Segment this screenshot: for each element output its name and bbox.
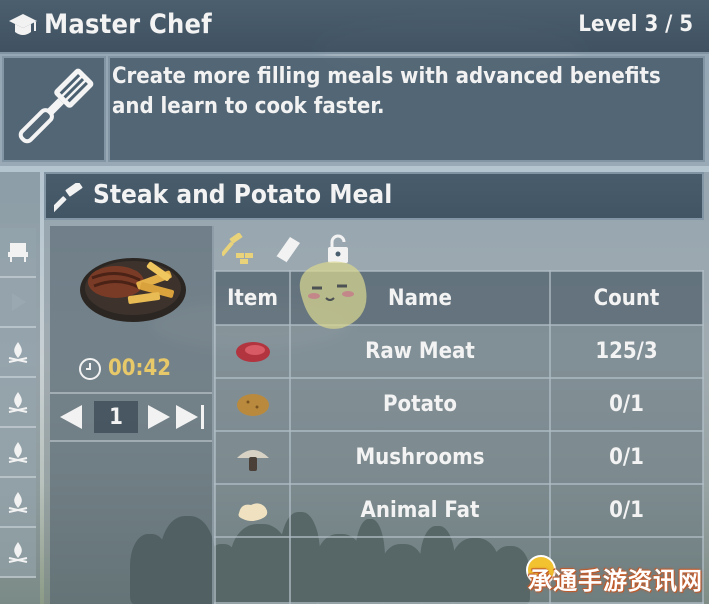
max-quantity-button[interactable] — [174, 401, 208, 433]
ingredient-name: Potato — [289, 377, 551, 432]
quantity-selector: 1 — [50, 392, 212, 442]
skill-header: Master Chef Level 3 / 5 — [0, 0, 709, 54]
recipe-header: Steak and Potato Meal — [44, 172, 704, 220]
spatula-icon-box — [2, 56, 106, 162]
tab-crafting[interactable] — [222, 233, 254, 265]
sidebar-item-campfire-3[interactable] — [0, 428, 36, 478]
skill-level: Level 3 / 5 — [578, 12, 693, 37]
campfire-icon — [8, 542, 28, 563]
skill-title: Master Chef — [44, 9, 212, 40]
ingredient-count: 0/1 — [549, 430, 704, 485]
recipe-preview: 00:42 1 — [50, 226, 214, 604]
raw-meat-icon — [235, 341, 270, 362]
row-icon-cell — [214, 377, 291, 432]
steak-potato-meal-image — [80, 258, 186, 322]
sidebar-item-campfire-1[interactable] — [0, 328, 36, 378]
ingredient-count: 0/1 — [549, 483, 704, 538]
watermark-text: 承通手游资讯网 — [528, 567, 703, 595]
category-sidebar — [0, 172, 40, 604]
row-icon-cell — [214, 324, 291, 379]
quantity-value[interactable]: 1 — [94, 401, 138, 433]
cook-time-value: 00:42 — [108, 356, 172, 381]
sidebar-item-furniture[interactable] — [0, 228, 36, 278]
ingredient-name: Mushrooms — [289, 430, 551, 485]
play-arrow-icon — [12, 293, 26, 311]
sidebar-item-campfire-4[interactable] — [0, 478, 36, 528]
graduation-cap-icon — [9, 14, 37, 35]
hammer-bricks-icon — [222, 233, 253, 264]
row-icon-cell — [214, 483, 291, 538]
cook-timer: 00:42 — [78, 356, 171, 381]
column-header-count: Count — [549, 270, 704, 326]
campfire-icon — [8, 342, 28, 363]
skill-description: Create more filling meals with advanced … — [108, 56, 705, 162]
table-row: Animal Fat 0/1 — [214, 483, 704, 538]
campfire-icon — [8, 392, 28, 413]
decrease-quantity-button[interactable] — [56, 401, 86, 433]
row-icon-cell — [214, 430, 291, 485]
increase-quantity-button[interactable] — [144, 401, 174, 433]
ingredient-count: 0/1 — [549, 377, 704, 432]
ingredient-name: Animal Fat — [289, 483, 551, 538]
ingredient-count: 125/3 — [549, 324, 704, 379]
table-row: Mushrooms 0/1 — [214, 430, 704, 485]
chair-icon — [8, 243, 28, 262]
campfire-icon — [8, 442, 28, 463]
sidebar-item-campfire-5[interactable] — [0, 528, 36, 578]
hammer-icon — [54, 183, 83, 213]
animal-fat-icon — [238, 502, 267, 521]
recipe-panel: Steak and Potato Meal 00:42 1 Item Name … — [44, 172, 709, 604]
recipe-title: Steak and Potato Meal — [93, 180, 393, 210]
skill-description-row: Create more filling meals with advanced … — [0, 54, 709, 166]
spatula-icon — [18, 68, 94, 144]
table-row: Potato 0/1 — [214, 377, 704, 432]
clock-icon — [79, 357, 101, 380]
sidebar-item-arrow[interactable] — [0, 278, 36, 328]
mascot-watermark-image — [299, 261, 367, 329]
mushroom-icon — [236, 449, 269, 471]
sidebar-item-campfire-2[interactable] — [0, 378, 36, 428]
campfire-icon — [8, 492, 28, 513]
potato-icon — [236, 393, 269, 416]
column-header-item: Item — [214, 270, 291, 326]
